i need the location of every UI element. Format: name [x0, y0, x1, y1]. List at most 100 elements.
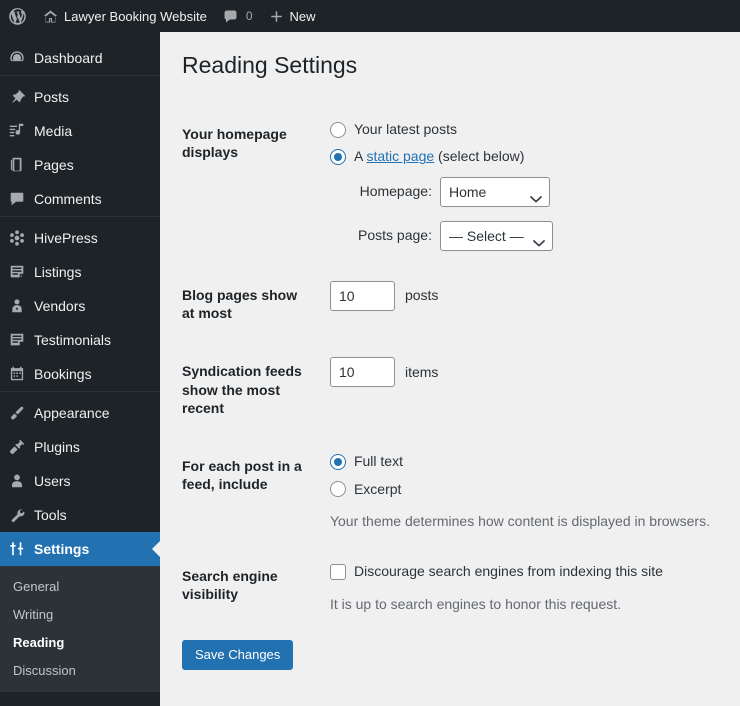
field-syndication-feeds: items [320, 342, 720, 437]
admin-menu: Dashboard Posts Media Pages Comments Hiv… [0, 32, 160, 692]
content-body: Reading Settings Your homepage displays … [160, 32, 740, 690]
static-page-selectors: Homepage: Home Posts page: — Select — [330, 177, 710, 252]
comments-count: 0 [245, 9, 253, 23]
dashboard-icon [0, 49, 34, 67]
sidebar-item-label: Media [34, 123, 73, 139]
sidebar-item-label: Posts [34, 89, 70, 105]
submenu-item-reading[interactable]: Reading [0, 629, 160, 657]
wordpress-logo-icon [9, 7, 26, 25]
radio-excerpt[interactable] [329, 481, 346, 498]
blog-pages-input[interactable] [329, 281, 395, 312]
radio-row-static-page[interactable]: A static page (select below) [329, 147, 710, 167]
row-blog-pages: Blog pages show at most posts [182, 266, 720, 342]
plugin-icon [0, 438, 34, 456]
row-homepage-displays: Your homepage displays Your latest posts… [182, 105, 720, 266]
sidebar-item-pages[interactable]: Pages [0, 148, 160, 182]
wordpress-logo-button[interactable] [0, 0, 35, 32]
reading-settings-form: Your homepage displays Your latest posts… [182, 105, 720, 630]
comment-bubble-icon [0, 190, 34, 208]
media-icon [0, 122, 34, 140]
radio-full-text[interactable] [329, 453, 346, 470]
radio-full-text-label[interactable]: Full text [354, 452, 403, 472]
sidebar-item-bookings[interactable]: Bookings [0, 357, 160, 391]
sidebar-item-label: Testimonials [34, 332, 112, 348]
sidebar-item-label: HivePress [34, 230, 98, 246]
sidebar-item-label: Pages [34, 157, 74, 173]
radio-static-page-label[interactable]: A static page (select below) [354, 147, 524, 167]
search-visibility-row[interactable]: Discourage search engines from indexing … [329, 562, 710, 582]
site-name-label: Lawyer Booking Website [64, 8, 207, 24]
homepage-select[interactable]: Home [439, 177, 550, 208]
comments-button[interactable]: 0 [215, 0, 261, 32]
new-content-button[interactable]: New [261, 0, 324, 32]
syndication-feeds-row: items [329, 357, 710, 388]
label-search-visibility: Search engine visibility [182, 568, 278, 603]
settings-submenu-list: General Writing Reading Discussion [0, 566, 160, 692]
sidebar-item-dashboard[interactable]: Dashboard [0, 41, 160, 75]
sidebar-item-settings[interactable]: Settings [0, 532, 160, 566]
sidebar-item-label: Users [34, 473, 71, 489]
sidebar-item-appearance[interactable]: Appearance [0, 396, 160, 430]
blog-pages-unit: posts [404, 287, 439, 304]
save-changes-button[interactable]: Save Changes [182, 639, 294, 670]
syndication-feeds-input[interactable] [329, 357, 395, 388]
sidebar-item-label: Comments [34, 191, 102, 207]
static-suffix-text: (select below) [434, 148, 525, 165]
blog-pages-row: posts [329, 281, 710, 312]
page-title: Reading Settings [182, 52, 358, 78]
sidebar-item-plugins[interactable]: Plugins [0, 430, 160, 464]
sidebar-item-label: Dashboard [34, 50, 103, 66]
sidebar-item-hivepress[interactable]: HivePress [0, 221, 160, 255]
row-search-visibility: Search engine visibility Discourage sear… [182, 547, 720, 630]
comment-bubble-icon [223, 9, 238, 24]
posts-page-select[interactable]: — Select — [439, 221, 553, 252]
sidebar-item-label: Vendors [34, 298, 86, 314]
row-syndication-feeds: Syndication feeds show the most recent i… [182, 342, 720, 437]
homepage-select-shell: Home [439, 177, 550, 208]
submenu-item-discussion[interactable]: Discussion [0, 657, 160, 685]
row-feed-include: For each post in a feed, include Full te… [182, 437, 720, 547]
sidebar-item-testimonials[interactable]: Testimonials [0, 323, 160, 357]
sidebar-item-label: Tools [34, 507, 67, 523]
posts-page-select-label: Posts page: [358, 227, 432, 244]
sidebar-item-vendors[interactable]: Vendors [0, 289, 160, 323]
submenu-item-general[interactable]: General [0, 573, 160, 601]
site-name-button[interactable]: Lawyer Booking Website [35, 0, 215, 32]
posts-page-select-row: Posts page: — Select — [330, 221, 710, 252]
radio-excerpt-label[interactable]: Excerpt [354, 480, 401, 500]
label-feed-include: For each post in a feed, include [182, 458, 302, 493]
field-feed-include: Full text Excerpt Your theme determines … [320, 437, 720, 547]
hivepress-icon [0, 229, 34, 247]
label-blog-pages: Blog pages show at most [182, 287, 298, 322]
field-homepage-displays: Your latest posts A static page (select … [320, 105, 720, 266]
radio-latest-posts[interactable] [329, 121, 346, 138]
settings-sliders-icon [0, 540, 34, 558]
label-homepage-displays: Your homepage displays [182, 125, 287, 161]
sidebar-item-users[interactable]: Users [0, 464, 160, 498]
sidebar-item-label: Settings [34, 541, 90, 557]
label-syndication-feeds: Syndication feeds show the most recent [182, 363, 302, 416]
sidebar-item-label: Plugins [34, 439, 80, 455]
sidebar-item-comments[interactable]: Comments [0, 182, 160, 216]
discourage-search-engines-label[interactable]: Discourage search engines from indexing … [354, 562, 663, 582]
radio-latest-posts-label[interactable]: Your latest posts [354, 120, 457, 140]
sidebar-item-listings[interactable]: Listings [0, 255, 160, 289]
feed-include-description: Your theme determines how content is dis… [329, 513, 710, 530]
sidebar-item-tools[interactable]: Tools [0, 498, 160, 532]
homepage-select-label: Homepage: [359, 183, 432, 200]
radio-static-page[interactable] [329, 149, 346, 166]
plus-icon [269, 9, 284, 24]
main-content: Reading Settings Your homepage displays … [160, 32, 740, 706]
paintbrush-icon [0, 404, 34, 422]
sidebar-item-media[interactable]: Media [0, 114, 160, 148]
radio-row-full-text[interactable]: Full text [329, 452, 710, 472]
homepage-select-row: Homepage: Home [330, 177, 710, 208]
sidebar-item-posts[interactable]: Posts [0, 80, 160, 114]
field-blog-pages: posts [320, 266, 720, 342]
radio-row-excerpt[interactable]: Excerpt [329, 480, 710, 500]
submenu-item-writing[interactable]: Writing [0, 601, 160, 629]
discourage-search-engines-checkbox[interactable] [329, 564, 346, 580]
radio-row-latest-posts[interactable]: Your latest posts [329, 120, 710, 140]
static-page-link[interactable]: static page [366, 148, 434, 164]
menu-separator [0, 32, 160, 41]
